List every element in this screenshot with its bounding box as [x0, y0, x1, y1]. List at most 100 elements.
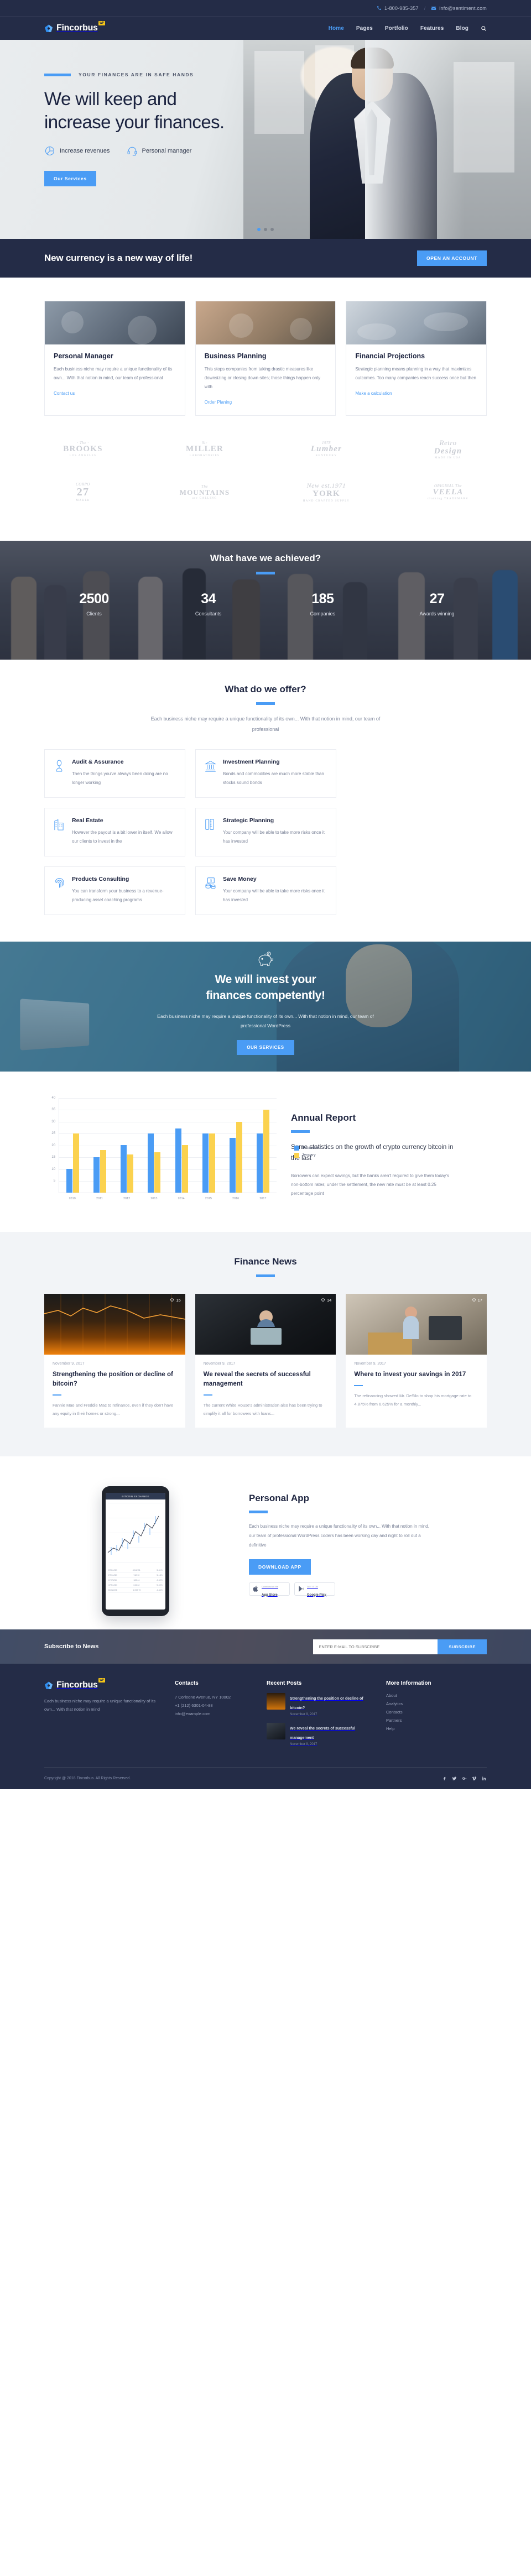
chart-bar [148, 1133, 154, 1193]
offer-card-title: Save Money [223, 875, 257, 882]
hero-feature-manager-label: Personal manager [142, 148, 192, 155]
footer-social-links [442, 1776, 487, 1781]
service-card[interactable]: Financial Projections Strategic planning… [346, 301, 487, 416]
invest-title-line2: finances competently! [206, 989, 325, 1002]
topbar-email[interactable]: info@sentiment.com [431, 6, 487, 11]
news-card[interactable]: 14 November 9, 2017 We reveal the secret… [195, 1293, 336, 1428]
phone-screen-chart [106, 1499, 165, 1566]
chart-bar-group [175, 1098, 188, 1193]
google-plus-icon[interactable] [462, 1776, 467, 1781]
phone-cell-pair: BCH/USD [108, 1589, 118, 1592]
news-card-date: November 9, 2017 [354, 1361, 386, 1366]
topbar-separator: / [424, 5, 426, 11]
subscribe-button[interactable]: SUBSCRIBE [438, 1639, 487, 1654]
nav-item-features[interactable]: Features [420, 25, 444, 32]
footer-recent-post[interactable]: Strengthening the position or decline of… [267, 1693, 372, 1716]
service-card-link[interactable]: Contact us [54, 391, 75, 396]
footer-brand-logo[interactable]: Fincorbus WP [44, 1678, 160, 1690]
phone-table-row: BTC/USD 8,542.31 +2.41% [108, 1568, 163, 1574]
hero-dot-1[interactable] [257, 228, 261, 231]
chart-bar [263, 1110, 269, 1193]
footer-link-help[interactable]: Help [386, 1726, 486, 1731]
offer-card[interactable]: Investment Planning Bonds and commoditie… [195, 749, 336, 798]
open-account-button[interactable]: OPEN AN ACCOUNT [417, 250, 487, 266]
twitter-icon[interactable] [452, 1776, 457, 1781]
play-icon [298, 1585, 304, 1592]
invest-services-button[interactable]: OUR SERVICES [237, 1040, 294, 1056]
footer-recent-post[interactable]: We reveal the secrets of successful mana… [267, 1723, 372, 1746]
cta-strip: New currency is a new way of life! OPEN … [0, 239, 531, 278]
chart-y-tick: 10 [51, 1167, 55, 1171]
brand-badge: WP [98, 21, 105, 25]
offer-card[interactable]: $ Save Money Your company will be able t… [195, 866, 336, 915]
footer-link-partners[interactable]: Partners [386, 1718, 486, 1723]
app-phone-mockup: BITCOIN EXCHANGE BTC/USD 8,542.31 +2.41%… [44, 1481, 227, 1617]
money-stack-icon: $ [205, 876, 217, 905]
hero-title-line1: We will keep and [44, 88, 177, 109]
service-card[interactable]: Business Planning This stops companies f… [195, 301, 336, 416]
client-logo: Retro Design MADE IN USA [409, 435, 487, 463]
download-app-button[interactable]: DOWNLOAD APP [249, 1559, 311, 1575]
offer-card[interactable]: Real Estate However the payout is a bit … [44, 807, 185, 856]
invest-text: Each business niche may require a unique… [157, 1013, 374, 1029]
app-store-badge[interactable]: Download on the App Store [249, 1582, 290, 1597]
footer-link-contacts[interactable]: Contacts [386, 1710, 486, 1715]
offer-cards: Audit & Assurance Then the things you've… [44, 749, 487, 915]
news-card-rule [53, 1394, 61, 1396]
chart-bar [256, 1133, 263, 1193]
service-card-text: This stops companies from taking drastic… [204, 367, 321, 389]
nav-menu: Home Pages Portfolio Features Blog [329, 25, 487, 32]
news-card[interactable]: 15 November 9, 2017 Strengthening the po… [44, 1293, 185, 1428]
news-card-date: November 9, 2017 [53, 1361, 85, 1366]
hero-dot-2[interactable] [264, 228, 267, 231]
nav-item-blog[interactable]: Blog [456, 25, 468, 32]
footer-contact-phone[interactable]: +1 (212) 6301-04-88 [175, 1701, 252, 1710]
nav-item-portfolio[interactable]: Portfolio [385, 25, 408, 32]
hero-dot-3[interactable] [270, 228, 274, 231]
headset-icon [127, 145, 138, 156]
phone-cell-pair: ETH/USD [108, 1574, 117, 1577]
topbar-phone-text: 1-800-985-357 [384, 5, 419, 11]
phone-cell-price: 742.10 [133, 1574, 140, 1577]
client-logo-sub: HAND CRAFTED SUPPLY [303, 499, 350, 503]
service-card-title: Financial Projections [355, 352, 425, 360]
hero-photo-fade [365, 40, 531, 239]
nav-item-pages[interactable]: Pages [356, 25, 373, 32]
client-logo: Sir MILLER LABORATORIES [166, 435, 243, 463]
hero-services-button[interactable]: Our Services [44, 171, 96, 187]
nav-item-home[interactable]: Home [329, 25, 344, 32]
footer-link-about[interactable]: About [386, 1693, 486, 1698]
footer-contact-email[interactable]: info@example.com [175, 1710, 252, 1718]
linkedin-icon[interactable] [482, 1776, 487, 1781]
facebook-icon[interactable] [442, 1776, 447, 1781]
service-card[interactable]: Personal Manager Each business niche may… [44, 301, 185, 416]
vimeo-icon[interactable] [472, 1776, 477, 1781]
client-logo: New est.1971 YORK HAND CRAFTED SUPPLY [288, 478, 365, 506]
news-card[interactable]: 17 November 9, 2017 Where to invest your… [346, 1293, 487, 1428]
client-logo-sub: MAKER [76, 499, 90, 502]
chart-y-tick: 20 [51, 1143, 55, 1147]
stat-label: Awards winning [419, 611, 455, 616]
client-logo-top: Retro [439, 438, 457, 447]
phone-cell-price: 0.8512 [133, 1584, 140, 1587]
footer-link-analytics[interactable]: Analytics [386, 1701, 486, 1706]
offer-card-text: However the payout is a bit lower in its… [72, 829, 173, 844]
offer-card[interactable]: Strategic Planning Your company will be … [195, 807, 336, 856]
footer-about-text: Each business niche may require a unique… [44, 1699, 155, 1712]
subscribe-email-input[interactable] [313, 1639, 438, 1654]
news-card-image: 14 [195, 1293, 336, 1355]
footer-recent-thumb [267, 1723, 285, 1740]
chart-bar [175, 1128, 181, 1193]
client-logo-main: Lumber [310, 444, 342, 453]
topbar-phone[interactable]: 1-800-985-357 [377, 6, 419, 11]
brand-logo[interactable]: Fincorbus WP [44, 21, 105, 33]
chart-bar [202, 1133, 209, 1193]
hero-slider-dots[interactable] [257, 228, 274, 231]
search-icon[interactable] [481, 25, 487, 32]
offer-card[interactable]: Audit & Assurance Then the things you've… [44, 749, 185, 798]
offer-card[interactable]: Products Consulting You can transform yo… [44, 866, 185, 915]
service-card-link[interactable]: Order Planing [205, 400, 232, 405]
service-card-link[interactable]: Make a calculation [355, 391, 392, 396]
hero-feature-revenues: Increase revenues [44, 145, 110, 156]
google-play-badge[interactable]: GET IT ON Google Play [294, 1582, 335, 1597]
